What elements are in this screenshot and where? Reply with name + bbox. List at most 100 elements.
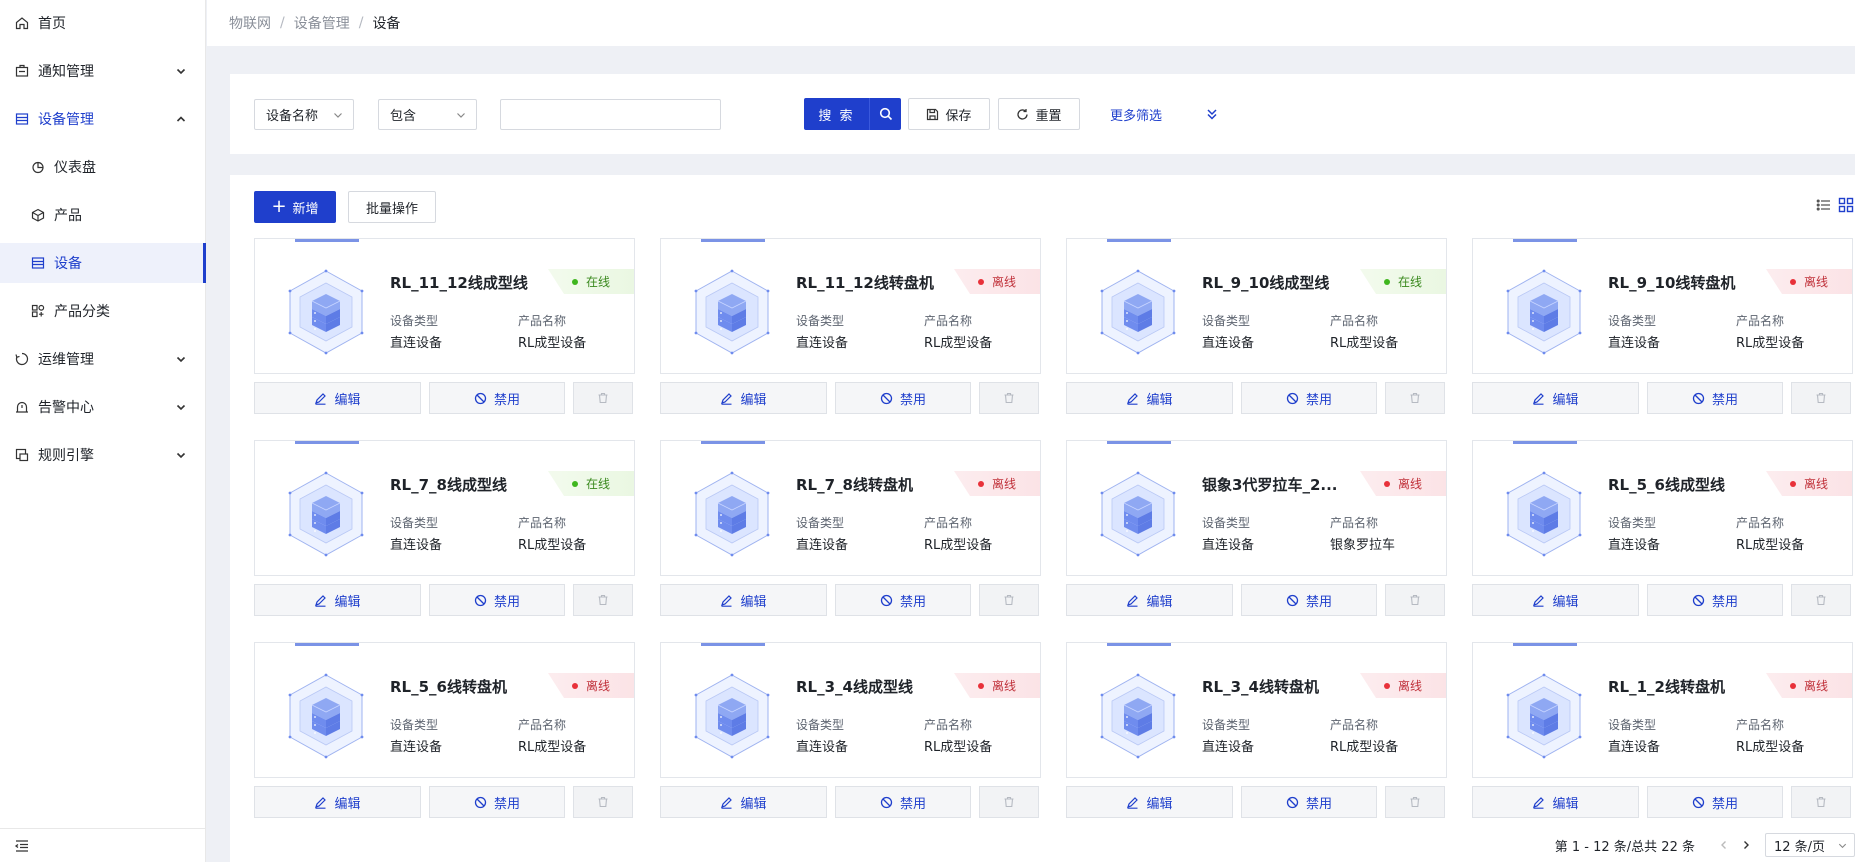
device-card[interactable]: RL_11_12线转盘机 离线 设备类型 产品名称 直连设备 RL成型设备 [660,238,1041,374]
more-filters-link[interactable]: 更多筛选 [1110,98,1162,130]
card-accent-line [701,643,765,646]
device-card[interactable]: RL_7_8线转盘机 离线 设备类型 产品名称 直连设备 RL成型设备 [660,440,1041,576]
sidebar-item-device[interactable]: 设备 [0,243,206,283]
chevron-down-icon [176,356,186,363]
sidebar-item-home[interactable]: 首页 [0,3,206,43]
disable-button[interactable]: 禁用 [835,584,971,616]
double-chevron-down-icon[interactable] [1203,105,1221,123]
edit-button[interactable]: 编辑 [254,584,421,616]
delete-button[interactable] [1791,786,1851,818]
edit-button[interactable]: 编辑 [1472,786,1639,818]
edit-button[interactable]: 编辑 [660,786,827,818]
card-accent-line [1107,441,1171,444]
disable-button[interactable]: 禁用 [429,786,565,818]
product-name-label: 产品名称 [1736,516,1785,530]
page-size-select[interactable]: 12 条/页 [1765,833,1855,857]
delete-button[interactable] [979,786,1039,818]
delete-button[interactable] [1791,382,1851,414]
edit-button[interactable]: 编辑 [1066,584,1233,616]
sidebar-item-rule-engine[interactable]: 规则引擎 [0,435,206,475]
delete-button[interactable] [573,382,633,414]
sidebar-item-device-management[interactable]: 设备管理 [0,99,206,139]
disable-button[interactable]: 禁用 [1241,786,1377,818]
delete-button[interactable] [1791,584,1851,616]
device-card[interactable]: RL_9_10线转盘机 离线 设备类型 产品名称 直连设备 RL成型设备 [1472,238,1853,374]
trash-icon [1815,796,1827,808]
delete-button[interactable] [979,382,1039,414]
field-select[interactable]: 设备名称 [254,99,354,130]
device-card[interactable]: RL_3_4线成型线 离线 设备类型 产品名称 直连设备 RL成型设备 [660,642,1041,778]
search-button[interactable]: 搜 索 [804,98,869,130]
grid-view-icon[interactable] [1838,197,1854,213]
device-card[interactable]: RL_9_10线成型线 在线 设备类型 产品名称 直连设备 RL成型设备 [1066,238,1447,374]
add-device-button[interactable]: + 新增 [254,191,336,223]
device-server-icon [287,471,365,557]
disable-button[interactable]: 禁用 [429,382,565,414]
delete-button[interactable] [573,584,633,616]
disable-button[interactable]: 禁用 [1241,382,1377,414]
save-button[interactable]: 保存 [908,98,990,130]
sidebar-item-notification[interactable]: 通知管理 [0,51,206,91]
search-button-label: 搜 索 [818,108,855,124]
disable-button[interactable]: 禁用 [835,786,971,818]
edit-button[interactable]: 编辑 [660,584,827,616]
delete-button[interactable] [1385,584,1445,616]
product-name-value: RL成型设备 [518,538,587,553]
field-select-value: 设备名称 [266,109,319,124]
disable-button-label: 禁用 [1711,594,1738,610]
edit-button[interactable]: 编辑 [1472,382,1639,414]
chevron-down-icon [1838,843,1847,849]
status-label: 离线 [1804,477,1829,491]
device-card[interactable]: RL_1_2线转盘机 离线 设备类型 产品名称 直连设备 RL成型设备 [1472,642,1853,778]
sidebar-item-ops[interactable]: 运维管理 [0,339,206,379]
device-card[interactable]: RL_11_12线成型线 在线 设备类型 产品名称 直连设备 RL成型设备 [254,238,635,374]
trash-icon [1003,594,1015,606]
device-card[interactable]: RL_5_6线成型线 离线 设备类型 产品名称 直连设备 RL成型设备 [1472,440,1853,576]
prev-page-button[interactable] [1713,834,1735,856]
disable-button[interactable]: 禁用 [1647,382,1783,414]
device-card[interactable]: 银象3代罗拉车_2... 离线 设备类型 产品名称 直连设备 银象罗拉车 [1066,440,1447,576]
chevron-left-icon [1721,841,1726,849]
device-card[interactable]: RL_3_4线转盘机 离线 设备类型 产品名称 直连设备 RL成型设备 [1066,642,1447,778]
delete-button[interactable] [1385,382,1445,414]
edit-button[interactable]: 编辑 [254,382,421,414]
more-filters-label: 更多筛选 [1110,108,1163,124]
product-name-label: 产品名称 [1330,516,1379,530]
device-card[interactable]: RL_5_6线转盘机 离线 设备类型 产品名称 直连设备 RL成型设备 [254,642,635,778]
device-name: RL_1_2线转盘机 [1608,678,1725,696]
disable-icon [1692,392,1705,405]
delete-button[interactable] [573,786,633,818]
sidebar-item-category[interactable]: 产品分类 [0,291,206,331]
search-icon-button[interactable] [869,98,901,130]
edit-button-label: 编辑 [740,392,767,408]
disable-icon [1692,796,1705,809]
reset-button[interactable]: 重置 [998,98,1080,130]
breadcrumb-item[interactable]: 设备管理 [294,13,350,33]
sidebar-item-alarm[interactable]: 告警中心 [0,387,206,427]
batch-operation-button[interactable]: 批量操作 [348,191,436,223]
keyword-input[interactable] [500,99,721,130]
edit-button[interactable]: 编辑 [254,786,421,818]
list-view-icon[interactable] [1816,197,1832,213]
breadcrumb-item[interactable]: 物联网 [229,13,271,33]
sidebar-item-dashboard[interactable]: 仪表盘 [0,147,206,187]
disable-button[interactable]: 禁用 [1647,584,1783,616]
disable-button[interactable]: 禁用 [835,382,971,414]
product-name-value: RL成型设备 [924,336,993,351]
device-server-icon [287,673,365,759]
disable-button[interactable]: 禁用 [429,584,565,616]
menu-collapse-icon[interactable] [14,838,30,854]
disable-button[interactable]: 禁用 [1647,786,1783,818]
sidebar-item-product[interactable]: 产品 [0,195,206,235]
edit-button[interactable]: 编辑 [1066,786,1233,818]
device-card[interactable]: RL_7_8线成型线 在线 设备类型 产品名称 直连设备 RL成型设备 [254,440,635,576]
plus-icon: + [271,196,287,217]
edit-button[interactable]: 编辑 [1472,584,1639,616]
delete-button[interactable] [1385,786,1445,818]
next-page-button[interactable] [1735,834,1757,856]
edit-button[interactable]: 编辑 [660,382,827,414]
delete-button[interactable] [979,584,1039,616]
disable-button[interactable]: 禁用 [1241,584,1377,616]
edit-button[interactable]: 编辑 [1066,382,1233,414]
operator-select[interactable]: 包含 [378,99,477,130]
